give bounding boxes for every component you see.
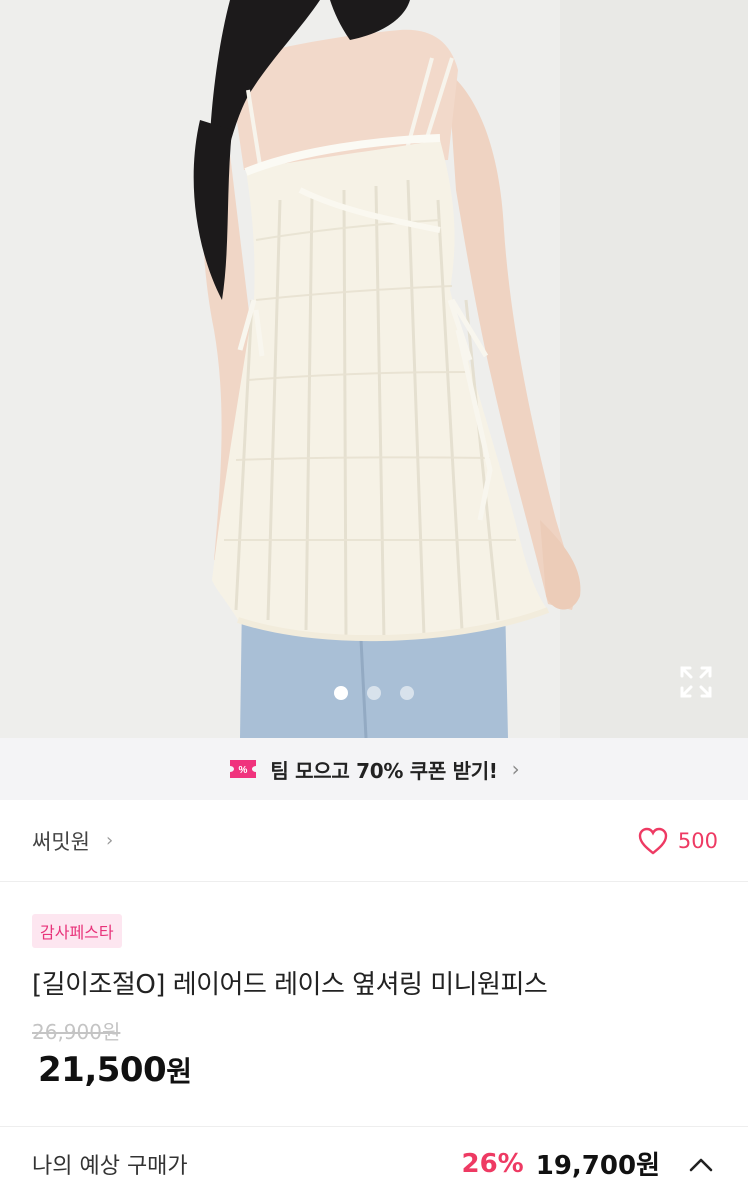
product-image-gallery[interactable] <box>0 0 748 738</box>
sale-price: 21,500원 <box>38 1050 192 1090</box>
like-count: 500 <box>677 828 718 853</box>
chevron-right-icon: › <box>105 830 114 851</box>
expected-price-row[interactable]: 나의 예상 구매가 26% 19,700원 <box>0 1127 748 1200</box>
store-name: 써밋원 <box>32 829 90 854</box>
heart-icon <box>638 827 668 855</box>
like-button[interactable]: 500 <box>638 827 718 855</box>
banner-text: 팀 모으고 70% 쿠폰 받기! <box>270 758 498 783</box>
event-badge: 감사페스타 <box>32 914 122 948</box>
sale-price-value: 21,500 <box>38 1050 167 1090</box>
product-title: [길이조절O] 레이어드 레이스 옆셔링 미니원피스 <box>32 970 548 1000</box>
pagination-dot-3[interactable] <box>400 686 414 700</box>
sale-price-unit: 원 <box>166 1055 192 1088</box>
product-photo <box>0 0 748 738</box>
discount-rate: 26% <box>461 1148 524 1179</box>
coupon-icon: % <box>230 760 257 778</box>
expand-icon[interactable] <box>678 664 714 700</box>
expected-price-label: 나의 예상 구매가 <box>32 1153 188 1179</box>
expected-price-summary: 26% 19,700원 <box>462 1145 715 1182</box>
expected-price: 19,700원 <box>535 1151 660 1181</box>
pagination-dot-2[interactable] <box>367 686 381 700</box>
store-row: 써밋원 › 500 <box>0 800 748 882</box>
chevron-right-icon: › <box>511 757 520 781</box>
pagination-dot-1[interactable] <box>334 686 348 700</box>
store-link[interactable]: 써밋원 › <box>32 826 113 856</box>
team-coupon-banner[interactable]: % 팀 모으고 70% 쿠폰 받기! › <box>0 738 748 800</box>
original-price: 26,900원 <box>32 1020 121 1044</box>
gallery-pagination <box>0 686 748 700</box>
svg-text:%: % <box>239 765 248 776</box>
chevron-up-icon[interactable] <box>688 1155 714 1173</box>
